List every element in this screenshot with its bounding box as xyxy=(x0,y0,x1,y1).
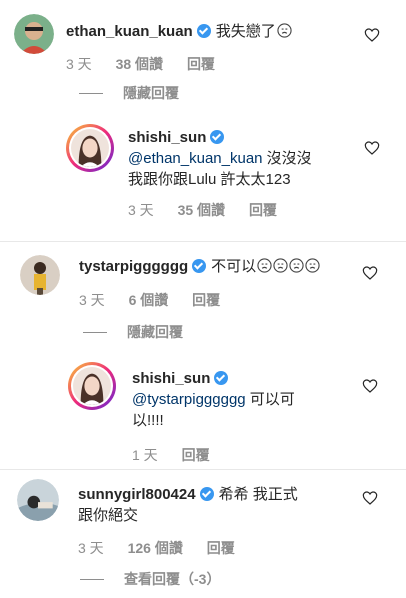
comment-username[interactable]: tystarpigggggg xyxy=(79,258,188,275)
mention-link[interactable]: @tystarpigggggg xyxy=(132,391,246,408)
comment-text: 希希 我正式 xyxy=(218,486,298,503)
comment-username[interactable]: sunnygirl800424 xyxy=(78,486,196,503)
hide-replies-toggle[interactable]: 隱藏回覆 xyxy=(83,322,183,342)
comment-time[interactable]: 1 天 xyxy=(132,447,158,463)
heart-outline-icon[interactable] xyxy=(364,140,380,156)
heart-outline-icon[interactable] xyxy=(362,490,378,506)
verified-badge-icon xyxy=(214,371,229,385)
crying-face-emoji xyxy=(273,258,288,273)
avatar-image xyxy=(20,255,60,295)
comment-meta: 3 天 38 個讚 回覆 xyxy=(66,54,292,75)
avatar[interactable] xyxy=(68,362,116,410)
reply-button[interactable]: 回覆 xyxy=(249,202,277,218)
reply-item: shishi_sun @ethan_kuan_kuan 沒沒沒 我跟你跟Lulu… xyxy=(66,124,312,221)
mention-link[interactable]: @ethan_kuan_kuan xyxy=(128,150,263,167)
crying-face-emoji xyxy=(257,258,272,273)
toggle-label: 隱藏回覆 xyxy=(127,324,183,340)
comment-text: 我失戀了 xyxy=(215,23,276,40)
avatar[interactable] xyxy=(20,255,60,295)
comment-time[interactable]: 3 天 xyxy=(128,202,154,218)
comment-likes[interactable]: 35 個讚 xyxy=(178,202,225,218)
reply-button[interactable]: 回覆 xyxy=(182,447,210,463)
comment-username[interactable]: shishi_sun xyxy=(132,370,210,387)
avatar-image xyxy=(71,129,109,167)
verified-badge-icon xyxy=(196,24,211,38)
heart-outline-icon[interactable] xyxy=(364,27,380,43)
verified-badge-icon xyxy=(210,130,225,144)
verified-badge-icon xyxy=(192,259,207,273)
avatar[interactable] xyxy=(17,479,59,521)
comment-meta: 3 天 35 個讚 回覆 xyxy=(128,200,312,221)
comment-text-cont: 以!!!! xyxy=(132,412,164,429)
avatar[interactable] xyxy=(14,14,54,54)
crying-face-emoji xyxy=(277,23,292,38)
comment-meta: 3 天 6 個讚 回覆 xyxy=(79,290,320,311)
comment-text: 沒沒沒 xyxy=(262,150,312,167)
avatar-image xyxy=(14,14,54,54)
comment-text-cont: 我跟你跟Lulu 許太太123 xyxy=(128,171,291,188)
comment-text: 不可以 xyxy=(211,258,257,275)
heart-outline-icon[interactable] xyxy=(362,378,378,394)
reply-item: shishi_sun @tystarpigggggg 可以可 以!!!! 1 天… xyxy=(68,362,295,466)
reply-button[interactable]: 回覆 xyxy=(207,540,235,556)
comment-meta: 1 天 回覆 xyxy=(132,445,295,466)
comment-item: sunnygirl800424 希希 我正式 跟你絕交 3 天 126 個讚 回覆 xyxy=(17,479,298,559)
divider xyxy=(0,469,406,470)
toggle-line xyxy=(83,331,107,333)
avatar-image xyxy=(73,367,111,405)
crying-face-emoji xyxy=(305,258,320,273)
comment-text-cont: 跟你絕交 xyxy=(78,507,139,524)
comment-meta: 3 天 126 個讚 回覆 xyxy=(78,538,298,559)
view-replies-toggle[interactable]: 查看回覆（-3） xyxy=(80,569,220,589)
toggle-label: 隱藏回覆 xyxy=(123,85,179,101)
comment-text: 可以可 xyxy=(245,391,295,408)
comment-item: ethan_kuan_kuan 我失戀了 3 天 38 個讚 回覆 xyxy=(14,14,292,75)
comment-username[interactable]: shishi_sun xyxy=(128,129,206,146)
comment-time[interactable]: 3 天 xyxy=(66,56,92,72)
verified-badge-icon xyxy=(199,487,214,501)
comment-time[interactable]: 3 天 xyxy=(79,292,105,308)
reply-button[interactable]: 回覆 xyxy=(187,56,215,72)
crying-face-emoji xyxy=(289,258,304,273)
comment-username[interactable]: ethan_kuan_kuan xyxy=(66,23,193,40)
comment-time[interactable]: 3 天 xyxy=(78,540,104,556)
avatar[interactable] xyxy=(66,124,114,172)
toggle-label: 查看回覆（-3） xyxy=(124,571,221,587)
toggle-line xyxy=(79,92,103,94)
heart-outline-icon[interactable] xyxy=(362,265,378,281)
divider xyxy=(0,241,406,242)
toggle-line xyxy=(80,578,104,580)
comment-likes[interactable]: 6 個讚 xyxy=(129,292,169,308)
comment-likes[interactable]: 126 個讚 xyxy=(128,540,183,556)
hide-replies-toggle[interactable]: 隱藏回覆 xyxy=(79,83,179,103)
comment-item: tystarpigggggg 不可以 3 天 6 個讚 回覆 xyxy=(20,255,320,311)
comment-likes[interactable]: 38 個讚 xyxy=(116,56,163,72)
avatar-image xyxy=(17,479,59,521)
reply-button[interactable]: 回覆 xyxy=(192,292,220,308)
